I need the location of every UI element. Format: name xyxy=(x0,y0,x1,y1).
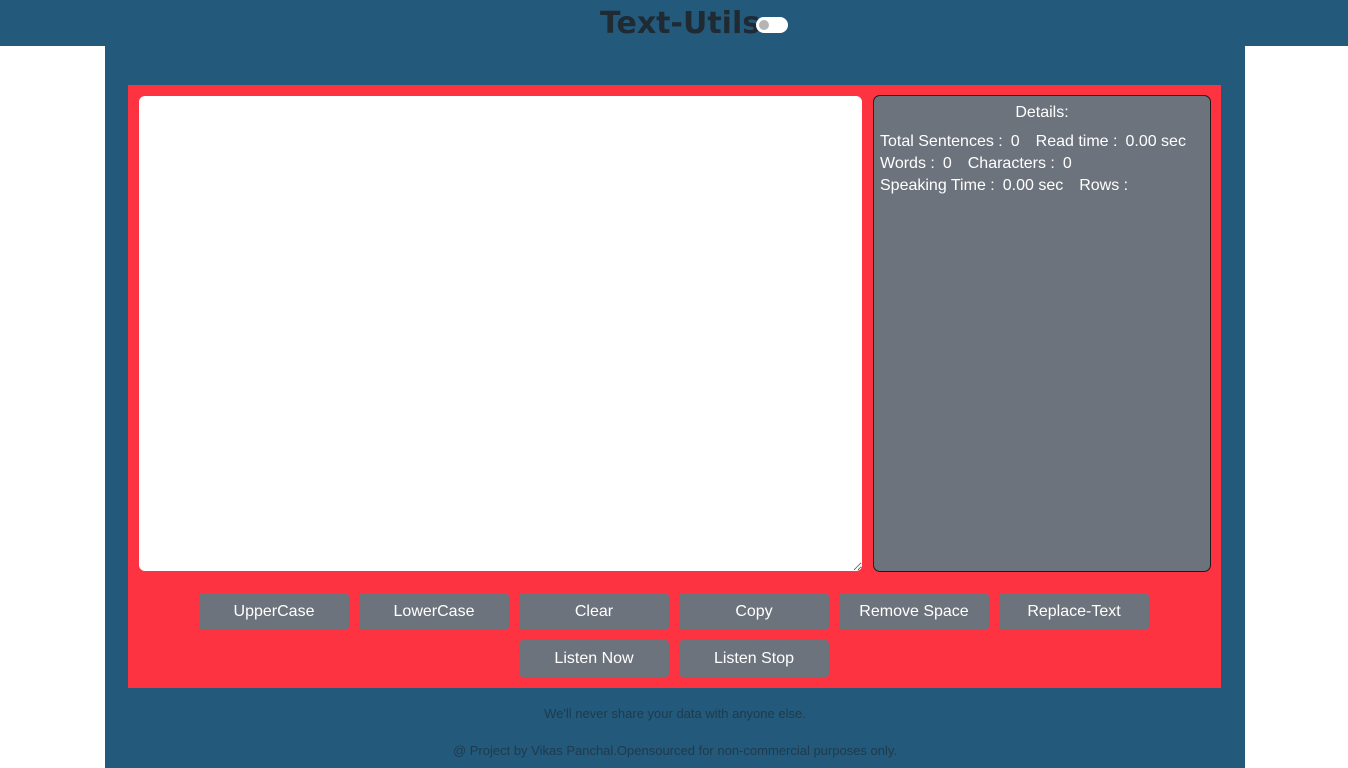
details-title: Details: xyxy=(1015,104,1069,121)
app-title: Text-Utils xyxy=(600,6,761,41)
uppercase-button[interactable]: UpperCase xyxy=(199,593,349,630)
toggle-knob xyxy=(759,20,769,30)
copy-button[interactable]: Copy xyxy=(679,593,829,630)
listen-stop-button[interactable]: Listen Stop xyxy=(679,640,829,677)
details-row-sentences: Total Sentences : 0 Read time : 0.00 sec xyxy=(880,132,1186,152)
dark-mode-toggle[interactable] xyxy=(756,17,788,33)
read-time-value: 0.00 sec xyxy=(1125,133,1186,150)
words-label: Words : xyxy=(880,155,935,172)
speaking-time-label: Speaking Time : xyxy=(880,177,995,194)
rows-label: Rows : xyxy=(1079,177,1129,194)
details-row-words: Words : 0 Characters : 0 xyxy=(880,154,1072,174)
total-sentences-value: 0 xyxy=(1010,133,1020,150)
privacy-note: We'll never share your data with anyone … xyxy=(544,706,806,721)
characters-value: 0 xyxy=(1062,155,1072,172)
clear-button[interactable]: Clear xyxy=(519,593,669,630)
remove-space-button[interactable]: Remove Space xyxy=(839,593,989,630)
replace-text-button[interactable]: Replace-Text xyxy=(999,593,1149,630)
listen-now-button[interactable]: Listen Now xyxy=(519,640,669,677)
read-time-label: Read time : xyxy=(1035,133,1118,150)
words-value: 0 xyxy=(942,155,952,172)
main-container: Details: Total Sentences : 0 Read time : 0.… xyxy=(105,46,1245,768)
text-input-area[interactable] xyxy=(139,96,862,571)
characters-label: Characters : xyxy=(967,155,1055,172)
speaking-time-value: 0.00 sec xyxy=(1002,177,1064,194)
credit-text: @ Project by Vikas Panchal.Opensourced f… xyxy=(452,743,898,758)
text-utils-card: Details: Total Sentences : 0 Read time : 0.… xyxy=(128,85,1221,688)
lowercase-button[interactable]: LowerCase xyxy=(359,593,509,630)
details-panel: Details: Total Sentences : 0 Read time : 0.… xyxy=(873,95,1211,572)
total-sentences-label: Total Sentences : xyxy=(880,133,1003,150)
top-navbar: Text-Utils xyxy=(0,0,1348,46)
details-row-speaking: Speaking Time : 0.00 sec Rows : xyxy=(880,176,1136,196)
